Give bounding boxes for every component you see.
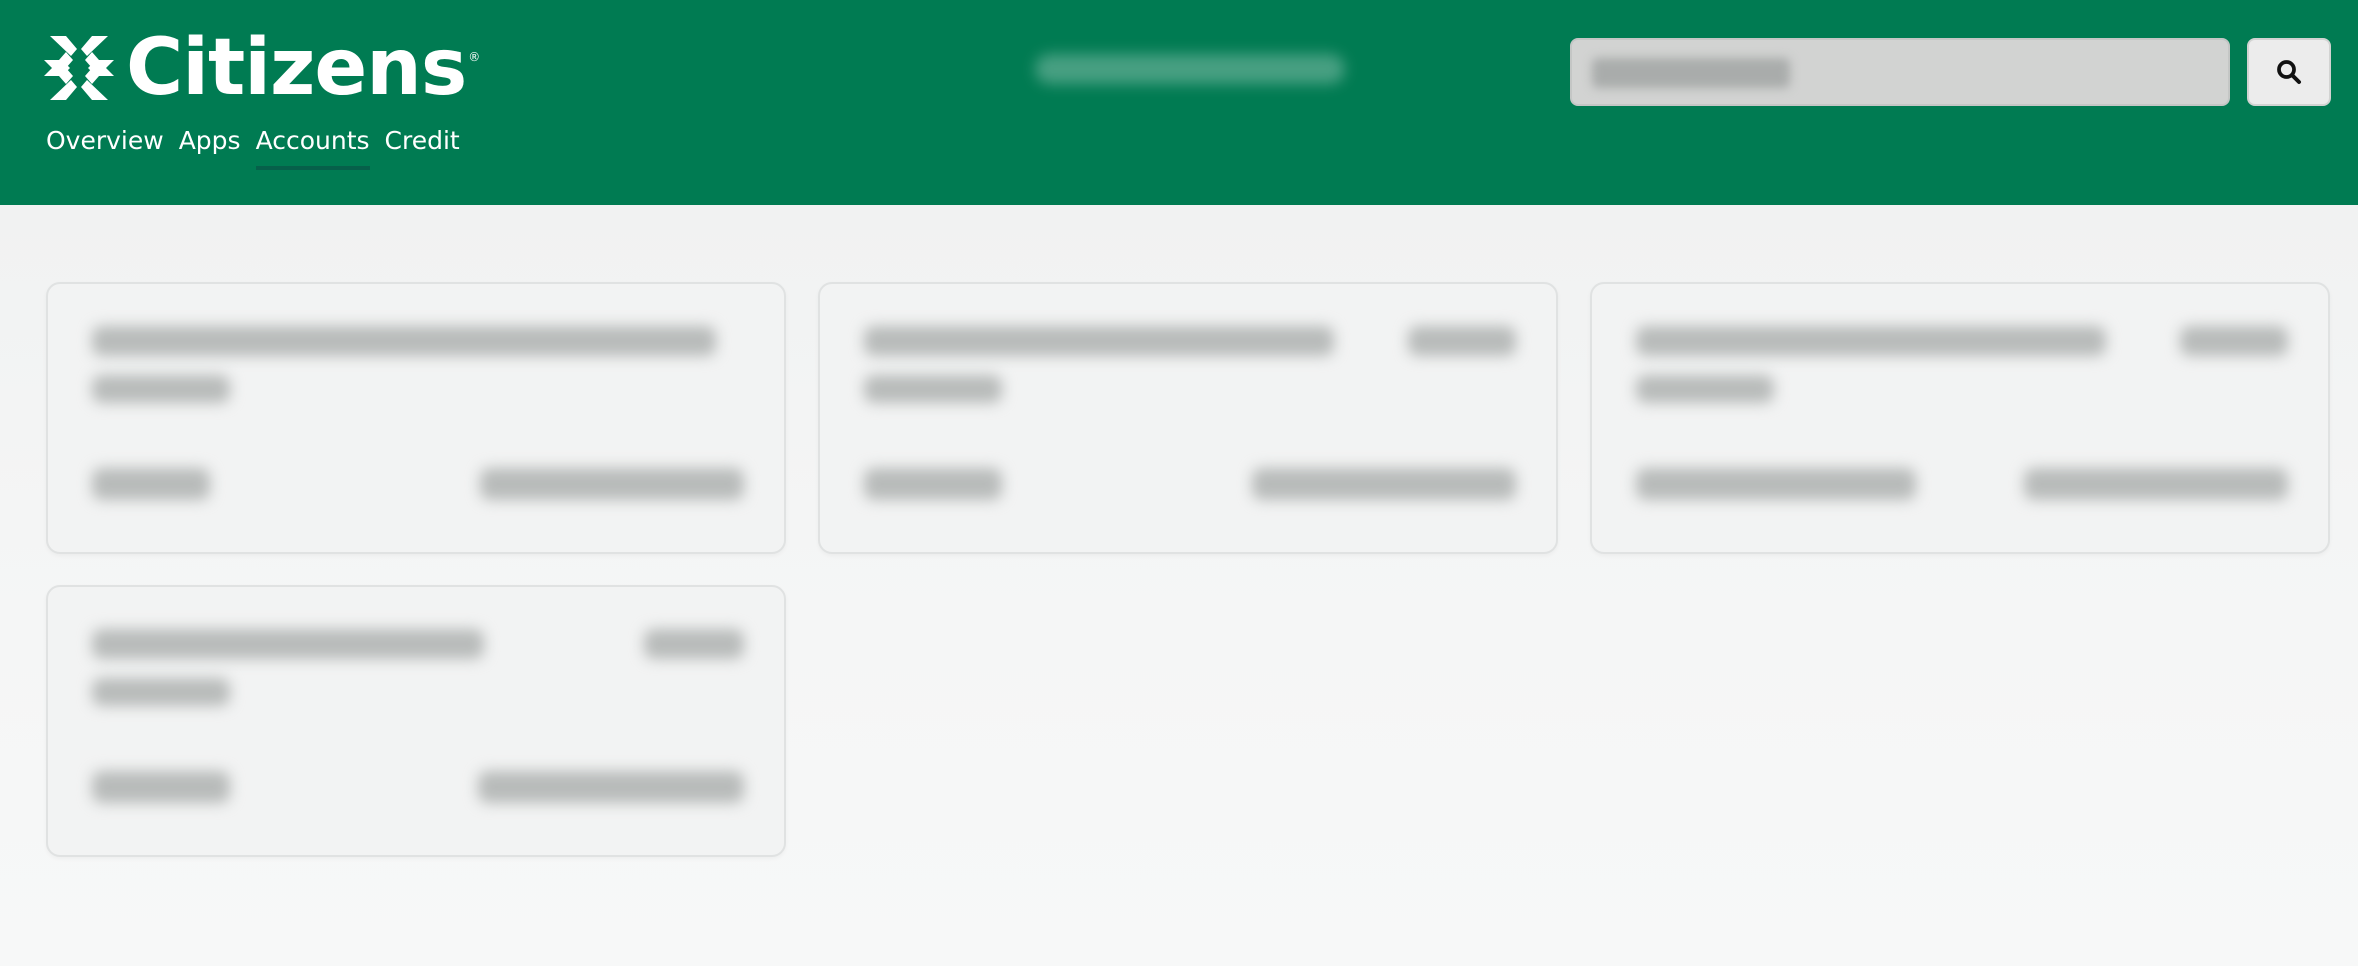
account-number (92, 468, 210, 500)
account-status (478, 771, 744, 803)
search-input[interactable] (1572, 40, 2228, 104)
account-title (92, 326, 716, 356)
account-amount (644, 629, 744, 659)
account-amount (2180, 326, 2288, 356)
brand-name: Citizens (126, 23, 467, 113)
citizens-logo-icon (44, 36, 114, 100)
accounts-area (0, 205, 2358, 966)
top-header: Citizens ® Overview Apps Accounts Credit (0, 0, 2358, 205)
account-title (92, 629, 484, 659)
nav-overview[interactable]: Overview (46, 124, 164, 170)
main-nav: Overview Apps Accounts Credit (46, 124, 460, 170)
account-subtitle (1636, 375, 1774, 403)
account-subtitle (864, 375, 1002, 403)
account-number (92, 771, 230, 803)
account-card[interactable] (1590, 282, 2330, 554)
redacted-header-text (1035, 54, 1345, 84)
account-status (480, 468, 744, 500)
account-status (2024, 468, 2288, 500)
nav-apps[interactable]: Apps (179, 124, 241, 170)
search-icon (2277, 60, 2301, 84)
account-card[interactable] (46, 585, 786, 857)
nav-accounts[interactable]: Accounts (255, 124, 370, 170)
account-status (1252, 468, 1516, 500)
account-number (1636, 468, 1916, 500)
account-title (1636, 326, 2106, 356)
citizens-logo[interactable]: Citizens ® (44, 23, 481, 113)
account-subtitle (92, 678, 230, 706)
account-title (864, 326, 1334, 356)
search-box[interactable] (1570, 38, 2230, 106)
registered-mark: ® (468, 50, 481, 64)
search-button[interactable] (2247, 38, 2331, 106)
account-amount (1408, 326, 1516, 356)
account-card[interactable] (818, 282, 1558, 554)
nav-credit[interactable]: Credit (385, 124, 460, 170)
account-number (864, 468, 1002, 500)
account-card[interactable] (46, 282, 786, 554)
account-subtitle (92, 375, 230, 403)
